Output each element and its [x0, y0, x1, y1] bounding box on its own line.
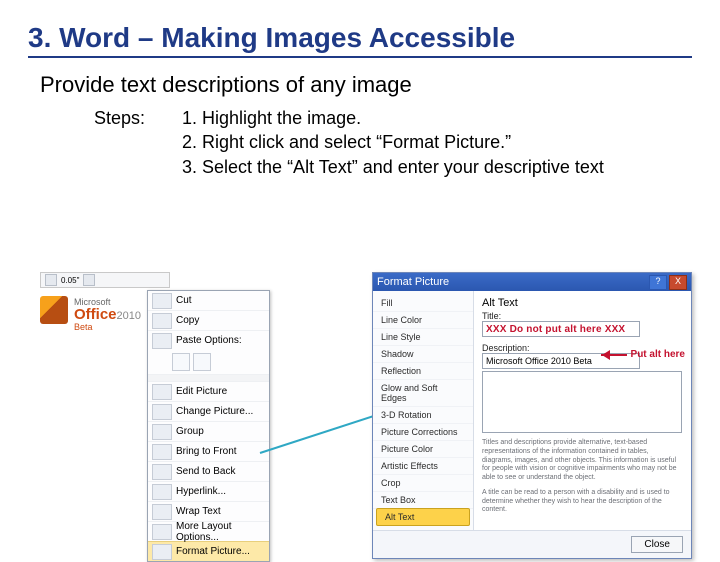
layout-icon	[152, 524, 172, 540]
paste-options	[148, 350, 269, 374]
slide-subtitle: Provide text descriptions of any image	[40, 72, 692, 98]
step-3: 3. Select the “Alt Text” and enter your …	[182, 155, 604, 179]
edit-icon	[152, 384, 172, 400]
figures: 0.05" Microsoft Office2010 Beta Cut	[40, 272, 692, 522]
nav-picture-corrections[interactable]: Picture Corrections	[373, 424, 473, 441]
figure-word-context: 0.05" Microsoft Office2010 Beta Cut	[40, 272, 270, 562]
steps-label: Steps:	[94, 106, 182, 129]
paste-opt-icon[interactable]	[172, 353, 190, 371]
back-icon	[152, 464, 172, 480]
nav-line-style[interactable]: Line Style	[373, 329, 473, 346]
menu-change-picture[interactable]: Change Picture...	[148, 401, 269, 421]
office-logo-icon	[40, 296, 68, 324]
office-logo-block: Microsoft Office2010 Beta	[40, 290, 141, 332]
steps-list: 1. Highlight the image. 2. Right click a…	[182, 106, 604, 179]
dialog-title: Format Picture	[377, 276, 449, 288]
put-alt-here-callout: Put alt here	[631, 349, 685, 360]
dialog-pane: Alt Text Title: XXX Do not put alt here …	[474, 291, 691, 530]
copy-icon	[152, 313, 172, 329]
slide: 3. Word – Making Images Accessible Provi…	[0, 0, 720, 540]
close-icon[interactable]: X	[669, 275, 687, 290]
dialog-titlebar: Format Picture ? X	[373, 273, 691, 291]
logo-beta: Beta	[74, 322, 141, 332]
paste-opt-icon[interactable]	[193, 353, 211, 371]
front-icon	[152, 444, 172, 460]
step-1: 1. Highlight the image.	[182, 106, 604, 130]
hint-text-2: A title can be read to a person with a d…	[482, 489, 680, 515]
menu-bring-front[interactable]: Bring to Front	[148, 441, 269, 461]
nav-3d-rotation[interactable]: 3-D Rotation	[373, 407, 473, 424]
nav-text-box[interactable]: Text Box	[373, 492, 473, 509]
title-field[interactable]: XXX Do not put alt here XXX	[482, 321, 640, 337]
context-menu: Cut Copy Paste Options: Edit Picture Cha…	[147, 290, 270, 562]
menu-group[interactable]: Group	[148, 421, 269, 441]
close-button[interactable]: Close	[631, 536, 683, 553]
steps-block: Steps: 1. Highlight the image. 2. Right …	[94, 106, 692, 179]
nav-artistic-effects[interactable]: Artistic Effects	[373, 458, 473, 475]
hint-text-1: Titles and descriptions provide alternat…	[482, 439, 680, 483]
description-field-value: Microsoft Office 2010 Beta	[486, 356, 592, 366]
dialog-footer: Close	[373, 530, 691, 558]
nav-reflection[interactable]: Reflection	[373, 363, 473, 380]
title-field-value: XXX Do not put alt here XXX	[486, 324, 625, 335]
ribbon-icon	[45, 274, 57, 286]
menu-format-picture[interactable]: Format Picture...	[148, 541, 269, 561]
cut-icon	[152, 293, 172, 309]
format-picture-dialog: Format Picture ? X Fill Line Color Line …	[372, 272, 692, 559]
nav-glow[interactable]: Glow and Soft Edges	[373, 380, 473, 407]
nav-line-color[interactable]: Line Color	[373, 312, 473, 329]
nav-shadow[interactable]: Shadow	[373, 346, 473, 363]
menu-paste-label: Paste Options:	[148, 330, 269, 350]
nav-crop[interactable]: Crop	[373, 475, 473, 492]
menu-hyperlink[interactable]: Hyperlink...	[148, 481, 269, 501]
dialog-nav: Fill Line Color Line Style Shadow Reflec…	[373, 291, 474, 530]
logo-year: 2010	[117, 310, 141, 322]
ribbon-height: 0.05"	[61, 276, 79, 285]
logo-brand: Office	[74, 306, 117, 323]
change-icon	[152, 404, 172, 420]
pane-heading: Alt Text	[482, 297, 683, 309]
paste-icon	[152, 333, 172, 349]
menu-edit-picture[interactable]: Edit Picture	[148, 381, 269, 401]
nav-picture-color[interactable]: Picture Color	[373, 441, 473, 458]
nav-fill[interactable]: Fill	[373, 295, 473, 312]
format-icon	[152, 544, 172, 560]
slide-title: 3. Word – Making Images Accessible	[28, 22, 692, 58]
ribbon-strip: 0.05"	[40, 272, 170, 288]
link-icon	[152, 484, 172, 500]
nav-alt-text[interactable]: Alt Text	[376, 508, 470, 526]
menu-copy[interactable]: Copy	[148, 310, 269, 330]
menu-wrap-text[interactable]: Wrap Text	[148, 501, 269, 521]
wrap-icon	[152, 504, 172, 520]
menu-send-back[interactable]: Send to Back	[148, 461, 269, 481]
menu-more-layout[interactable]: More Layout Options...	[148, 521, 269, 541]
title-field-label: Title:	[482, 311, 683, 321]
ribbon-icon	[83, 274, 95, 286]
description-textarea[interactable]	[482, 371, 682, 433]
step-2: 2. Right click and select “Format Pictur…	[182, 130, 604, 154]
help-button[interactable]: ?	[649, 275, 667, 290]
group-icon	[152, 424, 172, 440]
menu-cut[interactable]: Cut	[148, 291, 269, 310]
